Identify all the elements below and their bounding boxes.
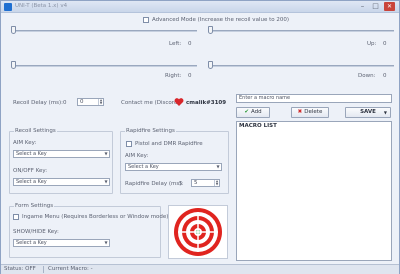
recoil-delay-value: 0	[63, 100, 67, 106]
chevron-down-icon: ▼	[216, 164, 220, 169]
save-button-label: SAVE	[360, 109, 376, 115]
close-button[interactable]: ✕	[384, 2, 395, 11]
onoff-key-value: Select a Key	[16, 179, 47, 185]
rapidfire-delay-value: 5	[179, 181, 183, 187]
right-slider-track[interactable]	[11, 65, 197, 67]
ingame-menu-label: Ingame Menu (Requires Borderless or Wind…	[22, 214, 169, 220]
up-slider-track[interactable]	[208, 30, 394, 32]
dropdown-arrow-icon[interactable]: ▼	[384, 108, 387, 117]
minimize-button[interactable]: –	[357, 2, 368, 11]
right-slider-thumb[interactable]	[11, 61, 16, 69]
down-slider-track[interactable]	[208, 65, 394, 67]
chevron-down-icon: ▼	[104, 179, 108, 184]
down-slider-value: 0	[383, 73, 387, 79]
delete-icon: ✖	[297, 109, 303, 115]
app-icon	[4, 3, 12, 11]
rapidfire-settings-title: Rapidfire Settings	[125, 128, 176, 134]
app-window: UNI-T (Beta 1.x) v4 – □ ✕ Advanced Mode …	[0, 0, 400, 274]
left-slider-thumb[interactable]	[11, 26, 16, 34]
showhide-key-value: Select a Key	[16, 240, 47, 246]
add-icon: ✔	[244, 109, 249, 115]
rapidfire-aim-key-label: AIM Key:	[125, 153, 149, 159]
left-slider-track[interactable]	[11, 30, 197, 32]
macro-list-title: MACRO LIST	[239, 123, 277, 129]
recoil-delay-spinner[interactable]: 0 ▲ ▼	[77, 98, 104, 106]
ingame-menu-checkbox[interactable]	[13, 214, 19, 220]
discord-handle: cmalik#3109	[186, 100, 227, 106]
delete-button[interactable]: ✖ Delete	[291, 107, 329, 118]
up-slider-thumb[interactable]	[208, 26, 213, 34]
current-macro-text: Current Macro: -	[48, 266, 93, 272]
macro-name-input[interactable]: Enter a macro name	[236, 94, 392, 103]
rapidfire-delay-spin-value: 5	[194, 180, 198, 186]
recoil-aim-key-value: Select a Key	[16, 151, 47, 157]
title-bar: UNI-T (Beta 1.x) v4 – □ ✕	[1, 1, 399, 13]
add-button[interactable]: ✔ Add	[236, 107, 270, 118]
save-button[interactable]: SAVE ▼	[345, 107, 391, 118]
status-divider	[43, 266, 44, 273]
spin-down-icon[interactable]: ▼	[214, 183, 219, 186]
showhide-key-label: SHOW/HIDE Key:	[13, 229, 59, 235]
recoil-settings-title: Recoil Settings	[14, 128, 57, 134]
form-settings-title: Form Settings	[14, 203, 55, 209]
heart-icon	[174, 97, 184, 107]
onoff-key-select[interactable]: Select a Key ▼	[13, 178, 110, 186]
target-icon	[168, 205, 228, 259]
right-slider-label: Right:	[165, 73, 182, 79]
advanced-mode-checkbox[interactable]	[143, 17, 149, 23]
delete-button-label: Delete	[304, 109, 323, 115]
up-slider-label: Up:	[367, 41, 377, 47]
down-slider-thumb[interactable]	[208, 61, 213, 69]
status-bar: Status: OFF Current Macro: -	[1, 264, 399, 274]
right-slider-value: 0	[188, 73, 192, 79]
rapidfire-delay-label: Rapidfire Delay (ms):	[125, 181, 184, 187]
recoil-aim-key-select[interactable]: Select a Key ▼	[13, 150, 110, 158]
chevron-down-icon: ▼	[104, 151, 108, 156]
recoil-aim-key-label: AIM Key:	[13, 140, 37, 146]
showhide-key-select[interactable]: Select a Key ▼	[13, 239, 110, 247]
up-slider-value: 0	[383, 41, 387, 47]
maximize-button[interactable]: □	[370, 2, 381, 11]
pistol-rapidfire-label: Pistol and DMR Rapidfire	[135, 141, 203, 147]
window-title: UNI-T (Beta 1.x) v4	[15, 3, 68, 9]
rapidfire-aim-key-value: Select a Key	[128, 164, 159, 170]
add-button-label: Add	[250, 109, 262, 115]
down-slider-label: Down:	[358, 73, 376, 79]
recoil-delay-spin-value: 0	[80, 99, 84, 105]
recoil-delay-label: Recoil Delay (ms):	[13, 100, 64, 106]
spin-down-icon[interactable]: ▼	[98, 102, 103, 105]
chevron-down-icon: ▼	[104, 240, 108, 245]
rapidfire-delay-spinner[interactable]: 5 ▲ ▼	[191, 179, 220, 187]
left-slider-label: Left:	[169, 41, 182, 47]
pistol-rapidfire-checkbox[interactable]	[126, 141, 132, 147]
onoff-key-label: ON/OFF Key:	[13, 168, 48, 174]
contact-label: Contact me (Discord):	[121, 100, 182, 106]
macro-list[interactable]: MACRO LIST	[236, 121, 392, 261]
left-slider-value: 0	[188, 41, 192, 47]
status-text: Status: OFF	[4, 266, 36, 272]
advanced-mode-label: Advanced Mode (Increase the recoil value…	[152, 17, 289, 23]
rapidfire-aim-key-select[interactable]: Select a Key ▼	[125, 163, 222, 171]
